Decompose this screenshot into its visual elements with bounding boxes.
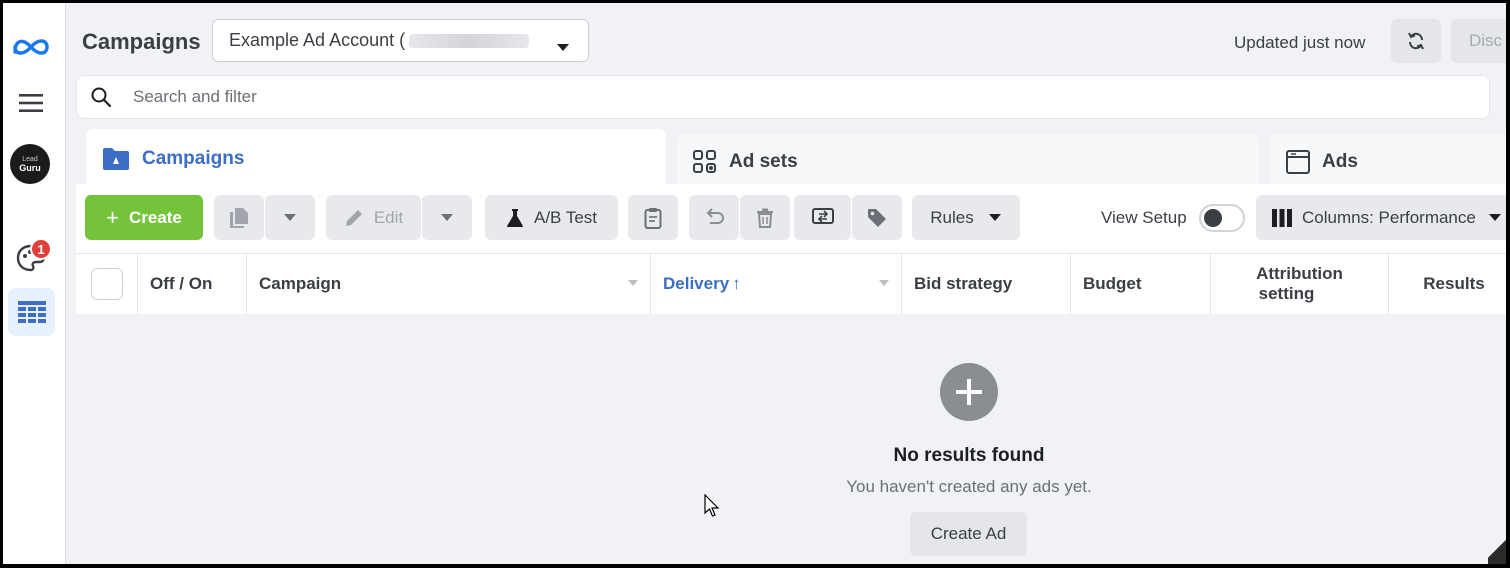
campaign-table-nav-icon[interactable]: [8, 288, 55, 336]
view-setup-toggle[interactable]: [1199, 204, 1245, 232]
empty-state-subtitle: You haven't created any ads yet.: [846, 477, 1092, 496]
corner-decoration: [1488, 534, 1506, 564]
redacted-account-id: [409, 33, 530, 48]
chevron-down-icon: [441, 214, 453, 221]
page-title: Campaigns: [82, 29, 201, 54]
sort-caret-icon: [879, 280, 889, 286]
columns-icon: [1272, 208, 1292, 227]
tab-ads[interactable]: Ads: [1270, 134, 1506, 190]
toolbar: + Create Edit A/B Test Rules View Setup …: [76, 184, 1506, 252]
columns-label: Columns: Performance: [1302, 207, 1476, 227]
clipboard-icon: [644, 207, 662, 229]
duplicate-dropdown-button[interactable]: [265, 195, 315, 240]
attribution-line-2: setting: [1258, 284, 1315, 303]
column-header-results[interactable]: Results: [1389, 254, 1506, 314]
ad-window-icon: [1286, 150, 1310, 174]
table-header: Off / On Campaign Delivery ↑ Bid strateg…: [76, 253, 1506, 315]
ad-account-selector[interactable]: Example Ad Account (: [212, 19, 589, 62]
tab-campaigns-label: Campaigns: [142, 148, 245, 169]
last-updated-status: Updated just now: [1234, 33, 1366, 52]
chevron-down-icon: [1488, 214, 1501, 221]
discard-button[interactable]: Disc: [1451, 19, 1506, 63]
sort-caret-icon: [628, 280, 638, 286]
clipboard-button[interactable]: [628, 195, 678, 240]
avatar-label-bottom: Guru: [19, 163, 41, 173]
select-all-cell: [76, 254, 138, 314]
sort-ascending-icon: ↑: [732, 274, 741, 293]
search-input[interactable]: [131, 86, 1489, 108]
flask-icon: [507, 208, 523, 227]
mouse-cursor-icon: [704, 494, 720, 517]
search-bar: [76, 75, 1490, 119]
rules-label: Rules: [930, 207, 974, 227]
create-button-label: Create: [128, 207, 182, 227]
duplicate-icon: [230, 207, 248, 228]
meta-logo-icon[interactable]: [11, 29, 51, 65]
search-icon: [91, 87, 111, 107]
ad-account-name: Example Ad Account (: [229, 30, 406, 50]
folder-icon: [102, 147, 130, 171]
preview-swap-icon: [811, 207, 834, 224]
edit-dropdown-button[interactable]: [422, 195, 472, 240]
edit-button[interactable]: Edit: [326, 195, 421, 240]
column-header-bid-strategy[interactable]: Bid strategy: [902, 254, 1071, 314]
select-all-checkbox[interactable]: [91, 268, 123, 300]
column-header-off-on[interactable]: Off / On: [138, 254, 247, 314]
duplicate-button[interactable]: [214, 195, 264, 240]
preview-button[interactable]: [794, 195, 851, 240]
column-header-budget[interactable]: Budget: [1071, 254, 1211, 314]
column-header-delivery-label: Delivery: [663, 274, 730, 293]
refresh-icon: [1408, 32, 1424, 50]
attribution-line-1: Attribution: [1256, 264, 1343, 283]
ab-test-button[interactable]: A/B Test: [485, 195, 618, 240]
notification-badge: 1: [30, 238, 52, 260]
hamburger-menu-icon[interactable]: [15, 87, 47, 119]
campaigns-panel: + Create Edit A/B Test Rules View Setup …: [76, 184, 1506, 564]
app-window: Lead Guru 1 Campaigns Example Ad Account…: [3, 3, 1506, 564]
view-setup-label: View Setup: [1101, 208, 1187, 227]
left-nav-rail: Lead Guru 1: [3, 3, 66, 564]
tab-ad-sets-label: Ad sets: [729, 151, 798, 172]
columns-dropdown-button[interactable]: Columns: Performance: [1256, 195, 1506, 240]
undo-button[interactable]: [689, 195, 739, 240]
table-body-empty-state: No results found You haven't created any…: [76, 314, 1506, 564]
grid-icon: [693, 150, 717, 174]
pencil-icon: [345, 209, 362, 226]
chevron-down-icon: [284, 214, 296, 221]
chevron-down-icon: [556, 36, 570, 57]
ab-test-label: A/B Test: [534, 207, 597, 227]
empty-state-title: No results found: [893, 445, 1045, 466]
delete-button[interactable]: [740, 195, 790, 240]
tab-ads-label: Ads: [1322, 151, 1358, 172]
column-header-attribution-setting[interactable]: Attribution setting: [1211, 254, 1389, 314]
create-button[interactable]: + Create: [85, 195, 203, 240]
chevron-down-icon: [988, 214, 1001, 221]
refresh-button[interactable]: [1391, 19, 1441, 63]
add-circle-icon: [940, 363, 998, 421]
edit-button-label: Edit: [373, 207, 404, 227]
rules-dropdown-button[interactable]: Rules: [912, 195, 1020, 240]
tag-button[interactable]: [852, 195, 902, 240]
tab-campaigns[interactable]: Campaigns: [86, 129, 666, 189]
trash-icon: [757, 208, 773, 228]
plus-icon: +: [106, 204, 119, 230]
column-header-delivery[interactable]: Delivery ↑: [651, 254, 902, 314]
column-header-campaign-label: Campaign: [259, 274, 342, 293]
account-avatar[interactable]: Lead Guru: [10, 144, 50, 184]
create-ad-button[interactable]: Create Ad: [910, 512, 1027, 556]
toggle-knob: [1204, 209, 1222, 227]
undo-icon: [706, 207, 724, 224]
tab-ad-sets[interactable]: Ad sets: [677, 134, 1259, 190]
column-header-campaign[interactable]: Campaign: [247, 254, 651, 314]
tag-icon: [868, 208, 886, 227]
